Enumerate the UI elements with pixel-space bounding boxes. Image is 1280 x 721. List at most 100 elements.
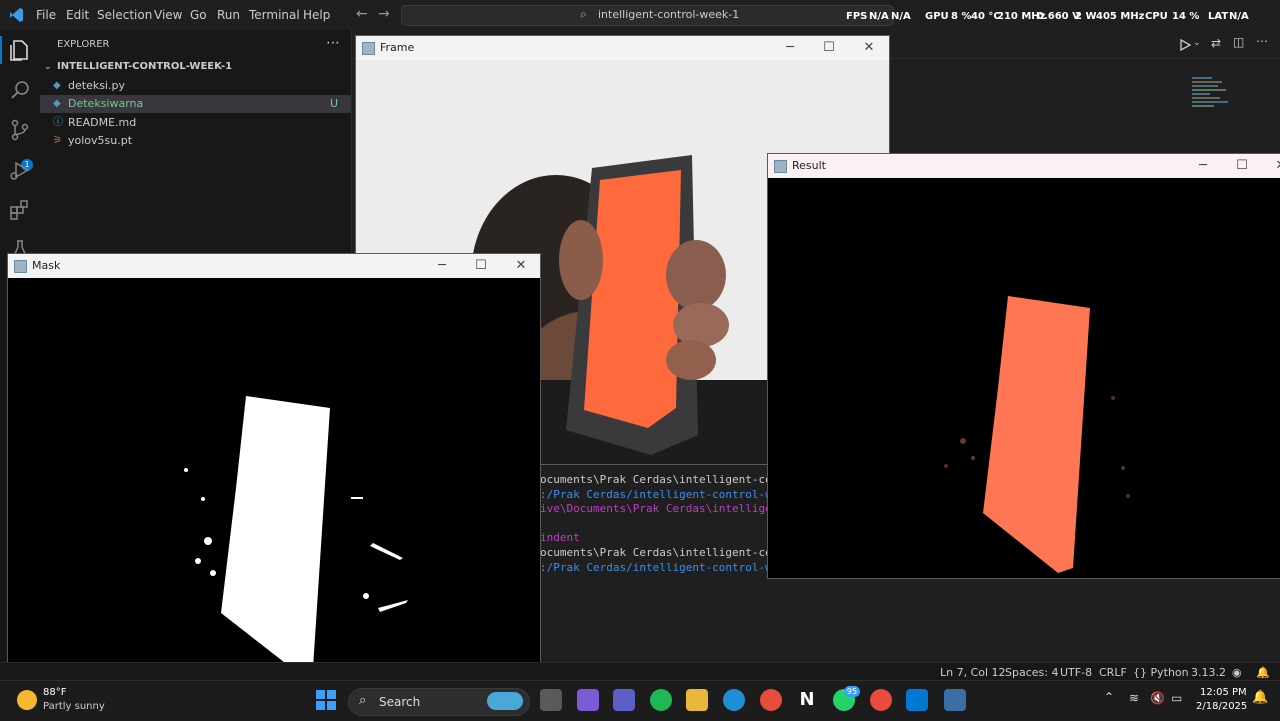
terminal-line: :/Prak Cerdas/intelligent-control-week — [540, 488, 792, 501]
back-arrow-icon[interactable]: ← — [356, 6, 368, 22]
volume-muted-icon[interactable]: 🔇 — [1150, 691, 1165, 705]
more-actions-icon[interactable]: ⋯ — [1256, 34, 1268, 48]
python-file-icon: ◆ — [53, 80, 61, 91]
close-icon[interactable]: ✕ — [853, 38, 885, 58]
search-icon: ⌕ — [359, 693, 367, 708]
battery-icon[interactable]: ▭ — [1171, 691, 1182, 705]
menu-edit[interactable]: Edit — [66, 8, 89, 22]
menu-run[interactable]: Run — [217, 8, 240, 22]
command-center[interactable]: ⌕ intelligent-control-week-1 — [401, 5, 894, 26]
terminal-line: ocuments\Prak Cerdas\intelligent-contro — [540, 473, 799, 486]
search-placeholder: Search — [379, 695, 421, 709]
lat-value: N/A — [1229, 11, 1249, 22]
taskbar-search[interactable]: ⌕ Search — [348, 688, 530, 716]
chrome-icon[interactable] — [760, 689, 782, 711]
maximize-icon[interactable]: ☐ — [813, 38, 845, 58]
frame-title-bar[interactable]: Frame ─ ☐ ✕ — [356, 36, 889, 60]
file-explorer-icon[interactable] — [686, 689, 708, 711]
notion-icon[interactable]: N — [796, 689, 818, 711]
run-icon[interactable] — [1178, 38, 1192, 52]
split-editor-icon[interactable]: ◫ — [1233, 35, 1244, 49]
result-window[interactable]: Result ─ ☐ ✕ — [767, 153, 1280, 579]
indentation[interactable]: Spaces: 4 — [1005, 666, 1058, 679]
chrome-profile-icon[interactable] — [870, 689, 892, 711]
edge-icon[interactable] — [723, 689, 745, 711]
explorer-title: EXPLORER — [57, 39, 110, 50]
weather-temp[interactable]: 88°F — [43, 687, 66, 698]
menu-go[interactable]: Go — [190, 8, 207, 22]
binary-mask — [184, 396, 408, 673]
run-debug-icon[interactable] — [8, 158, 32, 182]
wifi-icon[interactable]: ≋ — [1129, 691, 1139, 705]
mask-window[interactable]: Mask ─ ☐ ✕ — [7, 253, 541, 679]
more-actions-icon[interactable]: ⋯ — [326, 35, 340, 51]
rss-file-icon: ⚞ — [53, 135, 62, 146]
window-app-icon — [774, 160, 787, 173]
search-highlight-icon — [487, 692, 523, 710]
clock-time[interactable]: 12:05 PM — [1200, 687, 1247, 698]
menu-help[interactable]: Help — [303, 8, 330, 22]
weather-desc[interactable]: Partly sunny — [43, 701, 105, 712]
minimize-icon[interactable]: ─ — [1187, 156, 1219, 176]
chevron-down-icon: ⌄ — [44, 62, 52, 72]
vscode-logo-icon[interactable] — [8, 7, 24, 23]
file-item[interactable]: ⚞ yolov5su.pt — [40, 132, 351, 150]
copilot-icon[interactable] — [577, 689, 599, 711]
language-mode[interactable]: {} Python — [1133, 666, 1189, 679]
python-taskbar-icon[interactable] — [944, 689, 966, 711]
gpu-label: GPU — [925, 11, 949, 22]
extensions-icon[interactable] — [8, 198, 32, 222]
window-title: Result — [792, 159, 826, 172]
teams-icon[interactable] — [613, 689, 635, 711]
result-title-bar[interactable]: Result ─ ☐ ✕ — [768, 154, 1280, 178]
copilot-icon[interactable]: ◉ — [1232, 666, 1242, 679]
notification-bell-icon[interactable]: 🔔 — [1252, 690, 1268, 705]
chevron-down-icon[interactable]: ⌄ — [1193, 38, 1201, 48]
menu-view[interactable]: View — [154, 8, 182, 22]
minimize-icon[interactable]: ─ — [426, 256, 458, 276]
folder-root[interactable]: ⌄ INTELLIGENT-CONTROL-WEEK-1 — [40, 58, 351, 76]
file-item[interactable]: ◆ deteksi.py — [40, 77, 351, 95]
python-version[interactable]: 3.13.2 — [1191, 666, 1226, 679]
close-icon[interactable]: ✕ — [1265, 156, 1280, 176]
source-control-icon[interactable] — [8, 118, 32, 142]
close-icon[interactable]: ✕ — [505, 256, 537, 276]
task-view-icon[interactable] — [540, 689, 562, 711]
search-icon[interactable] — [8, 78, 32, 102]
fps-value-2: N/A — [891, 11, 911, 22]
maximize-icon[interactable]: ☐ — [465, 256, 497, 276]
window-title: Mask — [32, 259, 61, 272]
file-name: README.md — [68, 116, 137, 129]
bell-icon[interactable]: 🔔 — [1256, 666, 1270, 679]
encoding[interactable]: UTF-8 — [1060, 666, 1092, 679]
menu-file[interactable]: File — [36, 8, 56, 22]
file-name: yolov5su.pt — [68, 134, 133, 147]
weather-icon[interactable] — [17, 690, 37, 710]
active-indicator — [0, 36, 2, 64]
compare-icon[interactable]: ⇄ — [1211, 36, 1221, 50]
cursor-position[interactable]: Ln 7, Col 12 — [940, 666, 1006, 679]
forward-arrow-icon[interactable]: → — [378, 6, 390, 22]
windows-start-icon[interactable] — [315, 689, 337, 711]
file-item-selected[interactable]: ◆ Deteksiwarna U — [40, 95, 351, 113]
mask-title-bar[interactable]: Mask ─ ☐ ✕ — [8, 254, 540, 278]
menu-selection[interactable]: Selection — [97, 8, 152, 22]
spotify-icon[interactable] — [650, 689, 672, 711]
whatsapp-badge: 95 — [844, 686, 860, 697]
result-image — [768, 178, 1280, 578]
explorer-files-icon[interactable] — [8, 38, 32, 62]
maximize-icon[interactable]: ☐ — [1226, 156, 1258, 176]
minimize-icon[interactable]: ─ — [774, 38, 806, 58]
terminal-line: ive\Documents\Prak Cerdas\intelligent-c — [540, 502, 799, 515]
chevron-up-icon[interactable]: ⌃ — [1104, 690, 1114, 704]
minimap[interactable] — [1192, 75, 1242, 130]
fps-label: FPS — [846, 11, 868, 22]
terminal-line: :/Prak Cerdas/intelligent-control-week — [540, 561, 792, 574]
line-ending[interactable]: CRLF — [1099, 666, 1127, 679]
menu-terminal[interactable]: Terminal — [249, 8, 300, 22]
terminal-line: indent — [540, 531, 580, 544]
clock-date[interactable]: 2/18/2025 — [1196, 701, 1247, 712]
cpu-percent: 14 % — [1172, 11, 1200, 22]
vscode-taskbar-icon[interactable] — [906, 689, 928, 711]
file-item[interactable]: ⓘ README.md — [40, 114, 351, 132]
